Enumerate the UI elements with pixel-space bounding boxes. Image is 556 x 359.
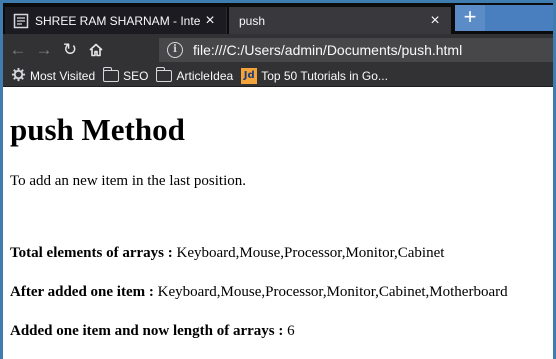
bookmarks-toolbar: Most Visited SEO ArticleIdea Jd Top 50 T… xyxy=(3,65,553,87)
page-heading: push Method xyxy=(10,112,185,147)
bookmark-seo[interactable]: SEO xyxy=(102,66,149,83)
bookmark-articleidea[interactable]: ArticleIdea xyxy=(155,66,234,83)
bookmark-label: Most Visited xyxy=(30,68,96,83)
folder-icon xyxy=(155,66,173,82)
tab-close-icon[interactable]: × xyxy=(425,12,445,30)
bookmark-label: Top 50 Tutorials in Go... xyxy=(261,68,388,83)
tab-close-icon[interactable]: × xyxy=(200,12,220,30)
array-length-value: 6 xyxy=(283,323,295,339)
tab-strip: SHREE RAM SHARNAM - Interr × push × + xyxy=(3,3,553,34)
back-arrow-icon[interactable]: ← xyxy=(5,37,31,63)
total-elements-line: Total elements of arrays : Keyboard,Mous… xyxy=(10,244,553,262)
tab-push[interactable]: push × xyxy=(229,7,451,34)
array-length-label: Added one item and now length of arrays … xyxy=(10,323,284,339)
tab-title: push xyxy=(239,13,266,28)
home-icon[interactable] xyxy=(83,37,109,63)
after-added-label: After added one item : xyxy=(10,284,154,300)
forward-arrow-icon[interactable]: → xyxy=(31,37,57,63)
tab-title: SHREE RAM SHARNAM - Interr xyxy=(35,13,200,28)
jd-logo-icon: Jd xyxy=(241,67,258,84)
reload-icon[interactable]: ↻ xyxy=(57,37,83,63)
after-added-value: Keyboard,Mouse,Processor,Monitor,Cabinet… xyxy=(153,284,508,300)
gear-icon xyxy=(11,67,26,85)
total-elements-value: Keyboard,Mouse,Processor,Monitor,Cabinet xyxy=(172,245,445,261)
info-icon[interactable]: i xyxy=(167,42,183,58)
url-bar[interactable]: i file:///C:/Users/admin/Documents/push.… xyxy=(159,38,553,62)
bookmark-top-50-tutorials[interactable]: Jd Top 50 Tutorials in Go... xyxy=(241,67,388,84)
page-description: To add an new item in the last position. xyxy=(10,173,246,189)
tab-strip-empty-area xyxy=(485,5,553,31)
after-added-line: After added one item : Keyboard,Mouse,Pr… xyxy=(10,283,553,301)
browser-window: SHREE RAM SHARNAM - Interr × push × + ← … xyxy=(0,0,556,359)
page-content: push Method To add an new item in the la… xyxy=(3,88,553,359)
url-text[interactable]: file:///C:/Users/admin/Documents/push.ht… xyxy=(193,42,462,58)
page-favicon-icon xyxy=(13,13,29,29)
bookmark-label: SEO xyxy=(123,68,149,83)
bookmark-most-visited[interactable]: Most Visited xyxy=(11,67,95,85)
folder-icon xyxy=(102,66,120,82)
tab-shree-ram-sharnam[interactable]: SHREE RAM SHARNAM - Interr × xyxy=(5,7,227,34)
array-length-line: Added one item and now length of arrays … xyxy=(10,322,553,340)
bookmark-label: ArticleIdea xyxy=(176,68,234,83)
navigation-toolbar: ← → ↻ i file:///C:/Users/admin/Documents… xyxy=(3,34,553,65)
total-elements-label: Total elements of arrays : xyxy=(10,245,173,261)
new-tab-button[interactable]: + xyxy=(455,5,485,31)
